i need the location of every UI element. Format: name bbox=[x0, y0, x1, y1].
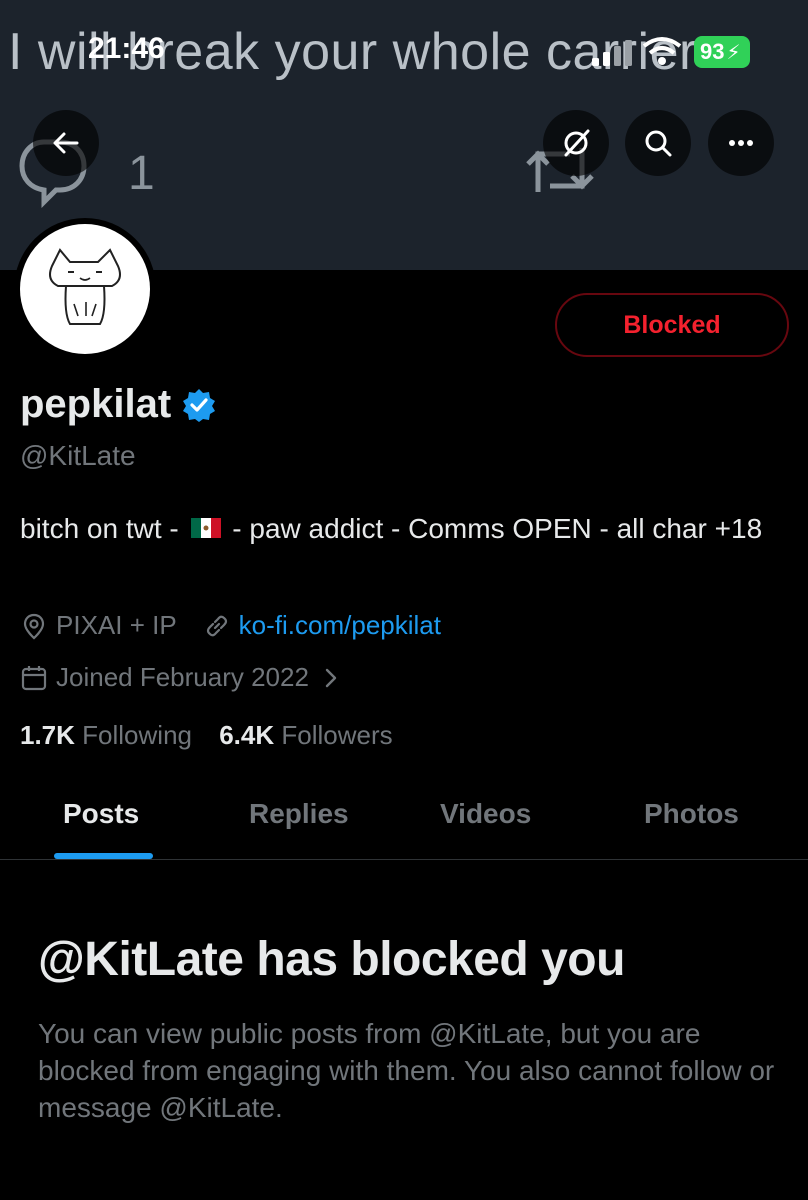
following-link[interactable]: 1.7K Following bbox=[20, 720, 192, 750]
wifi-icon bbox=[642, 37, 682, 65]
tab-posts[interactable]: Posts bbox=[63, 798, 139, 830]
battery-indicator: 93 ⚡ bbox=[694, 36, 750, 68]
search-icon bbox=[645, 130, 672, 157]
link-icon bbox=[206, 615, 227, 636]
more-button[interactable] bbox=[708, 110, 774, 176]
chevron-right-icon bbox=[325, 668, 337, 687]
blocked-notice-title: @KitLate has blocked you bbox=[38, 933, 625, 986]
cat-drawing-icon bbox=[49, 248, 121, 325]
followers-count: 6.4K bbox=[219, 720, 275, 750]
following-label: Following bbox=[82, 720, 192, 750]
blocked-notice-description: You can view public posts from @KitLate,… bbox=[38, 1018, 775, 1123]
joined-row[interactable]: Joined February 2022 bbox=[20, 662, 345, 693]
bio-text-start: bitch on twt - bbox=[20, 513, 187, 544]
search-button[interactable] bbox=[625, 110, 691, 176]
grok-button[interactable] bbox=[543, 110, 609, 176]
grok-icon bbox=[564, 129, 590, 157]
profile-meta-row: PIXAI + IP ko-fi.com/pepkilat bbox=[20, 610, 441, 641]
tab-photos[interactable]: Photos bbox=[644, 798, 739, 830]
more-icon bbox=[729, 140, 753, 146]
tab-videos[interactable]: Videos bbox=[440, 798, 531, 830]
website-link[interactable]: ko-fi.com/pepkilat bbox=[239, 610, 441, 641]
active-tab-indicator bbox=[54, 853, 153, 859]
blocked-button[interactable]: Blocked bbox=[555, 293, 789, 357]
joined-text: Joined February 2022 bbox=[56, 662, 309, 692]
charging-icon: ⚡ bbox=[726, 41, 741, 64]
follow-stats: 1.7K Following 6.4K Followers bbox=[20, 720, 393, 751]
tab-replies[interactable]: Replies bbox=[249, 798, 349, 830]
bio-text-end: - paw addict - Comms OPEN - all char +18 bbox=[224, 513, 763, 544]
calendar-icon bbox=[21, 665, 47, 690]
followers-label: Followers bbox=[281, 720, 393, 750]
display-name-text: pepkilat bbox=[20, 382, 172, 426]
profile-tabs: Posts Replies Videos Photos bbox=[0, 776, 808, 860]
avatar[interactable] bbox=[14, 218, 156, 360]
display-name: pepkilat bbox=[20, 382, 217, 427]
banner-reply-count: 1 bbox=[128, 147, 155, 200]
followers-link[interactable]: 6.4K Followers bbox=[219, 720, 392, 750]
location-text: PIXAI + IP bbox=[56, 610, 177, 640]
avatar-image bbox=[20, 224, 150, 354]
location-pin-icon bbox=[23, 613, 45, 639]
following-count: 1.7K bbox=[20, 720, 75, 750]
back-arrow-icon bbox=[53, 132, 79, 154]
battery-level: 93 bbox=[700, 39, 725, 64]
bio: bitch on twt - - paw addict - Comms OPEN… bbox=[20, 508, 790, 550]
back-button[interactable] bbox=[33, 110, 99, 176]
verified-badge-icon[interactable] bbox=[181, 387, 217, 423]
status-time: 21:46 bbox=[88, 32, 165, 65]
handle: @KitLate bbox=[20, 440, 136, 471]
mexico-flag-icon bbox=[190, 517, 221, 538]
cellular-signal-icon bbox=[592, 40, 632, 66]
